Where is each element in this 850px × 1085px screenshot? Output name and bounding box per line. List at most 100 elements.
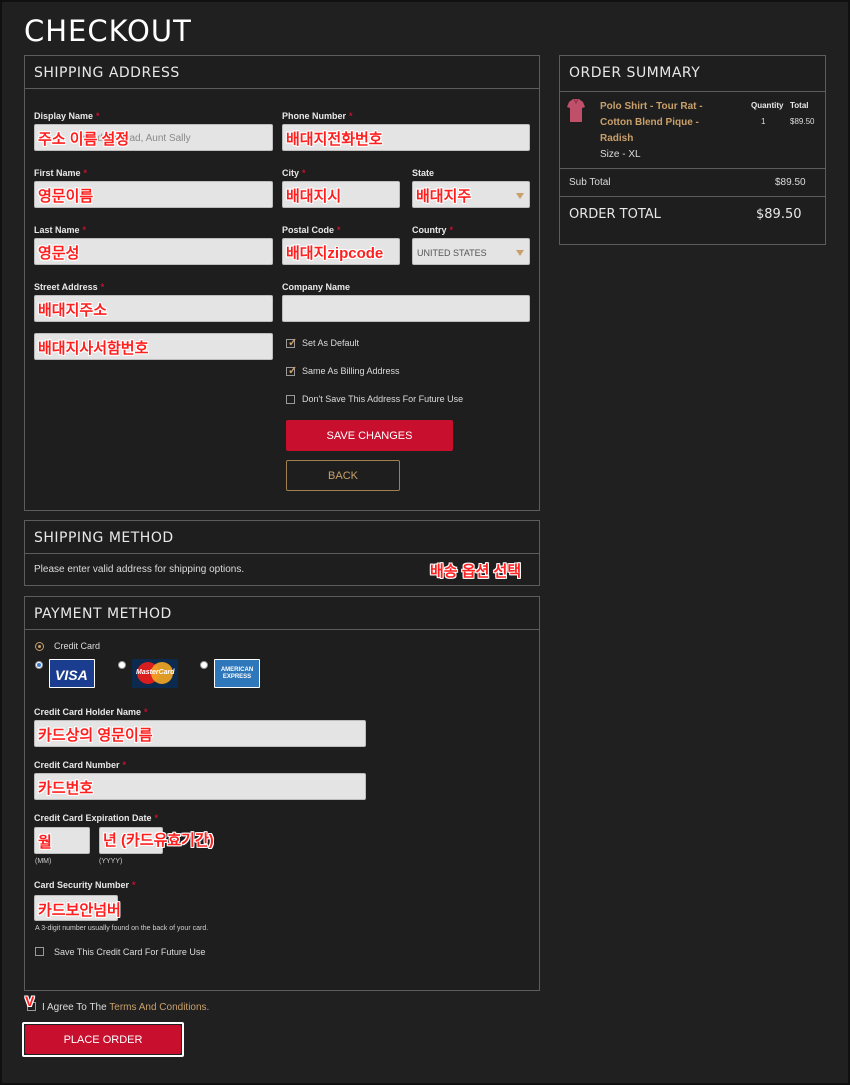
expiration-label: Credit Card Expiration Date * [34,813,159,823]
country-label: Country * [412,225,454,235]
order-summary-heading: ORDER SUMMARY [560,56,825,92]
street-address-input[interactable]: 배대지주소 [34,295,273,322]
card-number-input[interactable]: 카드번호 [34,773,366,800]
mastercard-radio[interactable] [118,661,126,669]
display-name-input[interactable]: Grandma, Dad, Aunt Sally 주소 이름 설정 [34,124,273,151]
state-annotation: 배대지주 [416,188,472,205]
save-card-checkbox[interactable] [35,947,44,956]
holder-name-label: Credit Card Holder Name * [34,707,148,717]
state-select[interactable]: 배대지주 [412,181,530,208]
dont-save-address-checkbox[interactable] [286,395,295,404]
phone-number-input[interactable]: 배대지전화번호 [282,124,530,151]
shipping-address-panel: SHIPPING ADDRESS Display Name * Grandma, … [24,55,540,511]
first-name-input[interactable]: 영문이름 [34,181,273,208]
phone-number-label: Phone Number * [282,111,353,121]
mastercard-card-text: MasterCard [136,669,175,676]
shipping-method-panel: SHIPPING METHOD Please enter valid addre… [24,520,540,586]
save-changes-button[interactable]: SAVE CHANGES [286,420,453,451]
page-title: CHECKOUT [24,14,192,48]
save-card-label: Save This Credit Card For Future Use [54,947,206,957]
card-number-label: Credit Card Number * [34,760,127,770]
card-number-annotation: 카드번호 [38,780,94,797]
visa-radio[interactable] [35,661,43,669]
security-label: Card Security Number * [34,880,136,890]
first-name-label: First Name * [34,168,88,178]
year-hint: (YYYY) [99,858,123,865]
shipping-address-heading: SHIPPING ADDRESS [25,56,539,89]
street-address-annotation: 배대지주소 [38,302,108,319]
shipping-method-annotation: 배송 옵션 선택 [430,563,522,580]
expiration-year-annotation: 년 (카드유효기간) [103,832,214,849]
city-label: City * [282,168,306,178]
back-button[interactable]: BACK [286,460,400,491]
month-hint: (MM) [35,858,52,865]
set-default-label: Set As Default [302,338,360,348]
company-name-label: Company Name [282,282,351,292]
agree-text: I Agree To The Terms And Conditions. [42,1002,209,1013]
country-select[interactable]: UNITED STATES [412,238,530,265]
order-total-label: ORDER TOTAL [569,207,661,222]
security-annotation: 카드보안넘버 [38,902,121,919]
amex-radio[interactable] [200,661,208,669]
city-input[interactable]: 배대지시 [282,181,400,208]
divider [560,168,825,169]
display-name-annotation: 주소 이름 설정 [38,131,130,148]
company-name-input[interactable] [282,295,530,322]
place-order-button[interactable]: PLACE ORDER [25,1025,181,1054]
last-name-input[interactable]: 영문성 [34,238,273,265]
agree-annotation: V [25,993,35,1009]
visa-card-icon[interactable]: VISA [49,659,95,688]
agree-prefix: I Agree To The [42,1002,110,1013]
order-total-value: $89.50 [756,207,802,222]
shipping-method-heading: SHIPPING METHOD [25,521,539,554]
credit-card-radio[interactable] [35,642,44,651]
product-name[interactable]: Polo Shirt - Tour Rat - Cotton Blend Piq… [600,99,718,147]
divider [560,196,825,197]
amex-card-icon[interactable]: AMERICAN EXPRESS [214,659,260,688]
total-value: $89.50 [790,117,815,126]
visa-card-text: VISA [55,667,88,683]
total-header: Total [790,101,809,110]
postal-code-input[interactable]: 배대지zipcode [282,238,400,265]
first-name-annotation: 영문이름 [38,188,94,205]
payment-method-panel: PAYMENT METHOD Credit Card VISA MasterCa… [24,596,540,991]
dont-save-address-label: Don't Save This Address For Future Use [302,394,464,404]
product-thumbnail [566,98,586,124]
shirt-icon [567,98,585,122]
phone-number-annotation: 배대지전화번호 [286,131,383,148]
checkmark-icon: ✓ [288,337,298,349]
credit-card-label: Credit Card [54,641,101,651]
state-label: State [412,168,435,178]
holder-name-input[interactable]: 카드상의 영문이름 [34,720,366,747]
postal-code-label: Postal Code * [282,225,341,235]
mastercard-card-icon[interactable]: MasterCard [132,659,178,688]
terms-link[interactable]: Terms And Conditions. [109,1002,209,1013]
street-address-line2-input[interactable]: 배대지사서함번호 [34,333,273,360]
sub-total-value: $89.50 [775,177,806,188]
display-name-label: Display Name * [34,111,100,121]
order-summary-panel: ORDER SUMMARY Polo Shirt - Tour Rat - Co… [559,55,826,245]
street-address-label: Street Address * [34,282,105,292]
shipping-method-message: Please enter valid address for shipping … [34,564,245,575]
holder-name-annotation: 카드상의 영문이름 [38,727,153,744]
same-as-billing-label: Same As Billing Address [302,366,400,376]
quantity-header: Quantity [751,101,784,110]
sub-total-label: Sub Total [569,177,611,188]
last-name-annotation: 영문성 [38,245,80,262]
set-default-checkbox[interactable]: ✓ [286,337,298,349]
expiration-month-input[interactable]: 월 [34,827,90,854]
security-input[interactable]: 카드보안넘버 [34,895,121,921]
product-size: Size - XL [600,149,641,160]
country-value: UNITED STATES [417,248,487,258]
quantity-value: 1 [761,117,766,126]
chevron-down-icon [516,193,524,199]
same-as-billing-checkbox[interactable]: ✓ [286,365,298,377]
last-name-label: Last Name * [34,225,87,235]
chevron-down-icon [516,250,524,256]
payment-method-heading: PAYMENT METHOD [25,597,539,630]
postal-code-annotation: 배대지zipcode [286,245,384,262]
street-address-line2-annotation: 배대지사서함번호 [38,340,149,357]
expiration-month-annotation: 월 [38,834,52,851]
checkmark-icon: ✓ [288,365,298,377]
security-hint: A 3-digit number usually found on the ba… [35,925,209,932]
